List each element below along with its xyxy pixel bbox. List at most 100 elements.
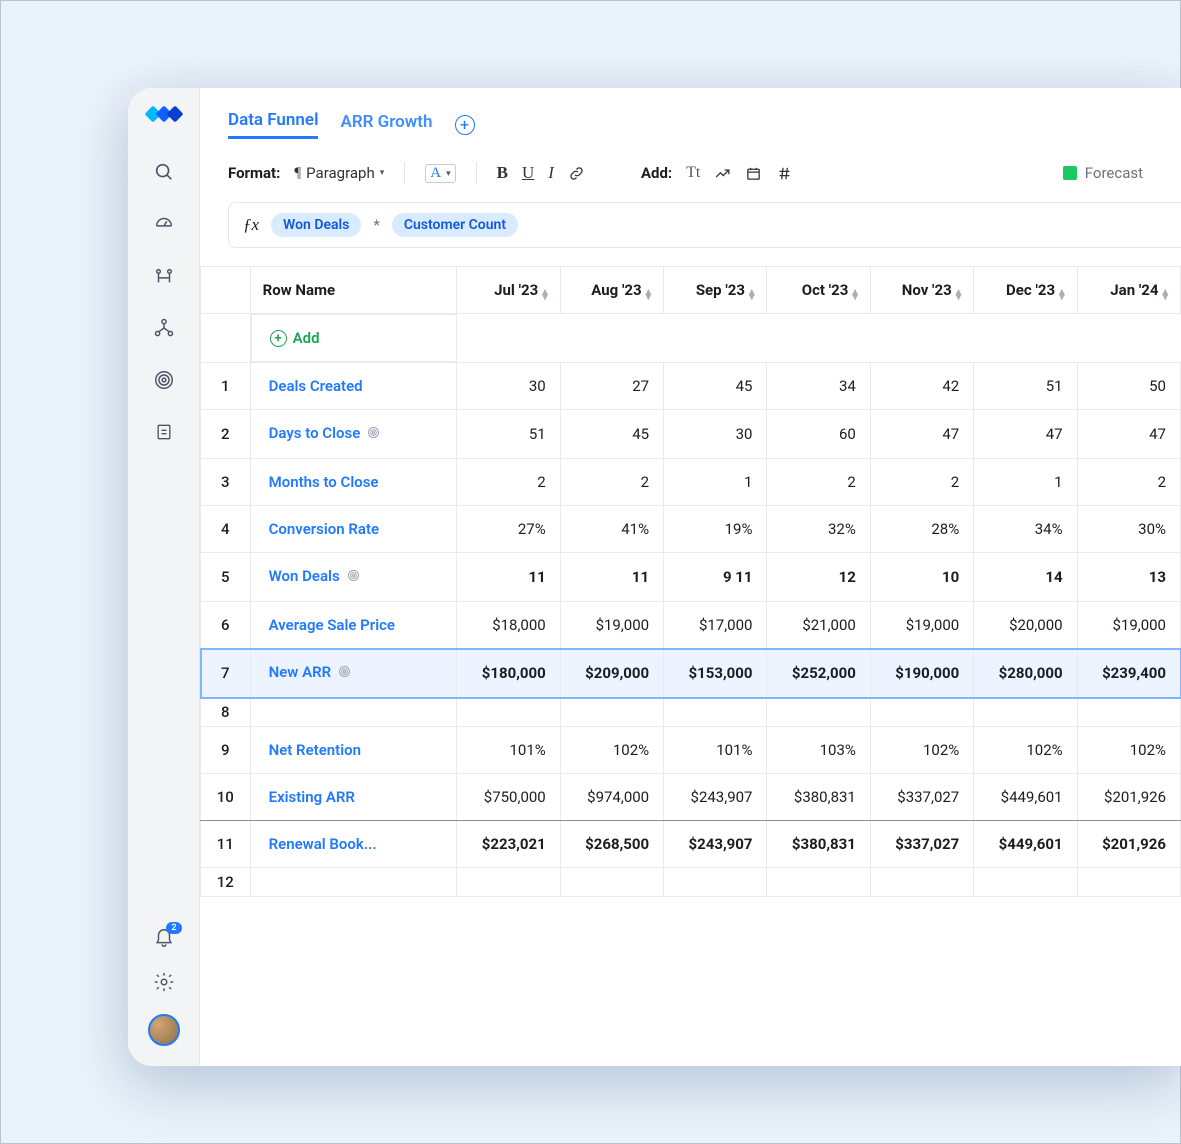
value-cell[interactable]: 1 [974,459,1077,506]
value-cell[interactable]: 42 [870,363,973,410]
tab-data-funnel[interactable]: Data Funnel [228,110,318,139]
value-cell[interactable]: 12 [767,553,870,602]
value-cell[interactable]: $153,000 [664,649,767,698]
formula-chip-won-deals[interactable]: Won Deals [271,213,361,237]
table-row[interactable]: 2Days to Close51453060474747 [201,410,1181,459]
value-cell[interactable]: 13 [1077,553,1180,602]
target-icon[interactable] [152,368,176,392]
value-cell[interactable]: $380,831 [767,774,870,821]
value-cell[interactable]: 2 [457,459,560,506]
add-tab-button[interactable]: + [455,115,475,135]
row-name-cell[interactable] [250,868,457,897]
value-cell[interactable]: 30 [664,410,767,459]
column-month-0[interactable]: Jul '23▴▾ [457,267,560,314]
column-month-3[interactable]: Oct '23▴▾ [767,267,870,314]
column-month-5[interactable]: Dec '23▴▾ [974,267,1077,314]
table-row[interactable]: 11Renewal Book...$223,021$268,500$243,90… [201,821,1181,868]
add-date-button[interactable] [745,165,762,182]
formula-bar[interactable]: ƒx Won Deals * Customer Count [228,202,1181,248]
value-cell[interactable]: $239,400 [1077,649,1180,698]
column-month-1[interactable]: Aug '23▴▾ [560,267,663,314]
underline-button[interactable]: U [522,163,534,183]
value-cell[interactable]: 30% [1077,506,1180,553]
row-name-cell[interactable]: Deals Created [250,363,457,410]
value-cell[interactable]: 28% [870,506,973,553]
value-cell[interactable]: $17,000 [664,602,767,649]
value-cell[interactable]: $19,000 [560,602,663,649]
value-cell[interactable]: 2 [870,459,973,506]
value-cell[interactable]: 2 [767,459,870,506]
row-name-cell[interactable]: Months to Close [250,459,457,506]
column-rowname[interactable]: Row Name [250,267,457,314]
add-text-button[interactable]: Tt [686,164,700,182]
value-cell[interactable]: $243,907 [664,821,767,868]
search-icon[interactable] [152,160,176,184]
table-row[interactable]: 10Existing ARR$750,000$974,000$243,907$3… [201,774,1181,821]
value-cell[interactable] [457,868,560,897]
tab-arr-growth[interactable]: ARR Growth [340,112,432,138]
table-row[interactable]: 9Net Retention101%102%101%103%102%102%10… [201,727,1181,774]
value-cell[interactable] [974,868,1077,897]
settings-icon[interactable] [152,970,176,994]
value-cell[interactable]: 103% [767,727,870,774]
table-row[interactable]: 12 [201,868,1181,897]
value-cell[interactable]: 30 [457,363,560,410]
value-cell[interactable] [870,698,973,727]
value-cell[interactable] [664,698,767,727]
table-row[interactable]: 8 [201,698,1181,727]
value-cell[interactable]: $974,000 [560,774,663,821]
forecast-selector[interactable]: Forecast [1063,164,1143,182]
value-cell[interactable]: $19,000 [1077,602,1180,649]
sort-icon[interactable]: ▴▾ [542,289,548,299]
value-cell[interactable] [767,698,870,727]
value-cell[interactable]: $337,027 [870,774,973,821]
value-cell[interactable]: 19% [664,506,767,553]
value-cell[interactable]: $337,027 [870,821,973,868]
value-cell[interactable]: 34% [974,506,1077,553]
table-row[interactable]: 5Won Deals11119 1112101413 [201,553,1181,602]
value-cell[interactable]: 47 [870,410,973,459]
bold-button[interactable]: B [497,163,508,183]
add-number-button[interactable] [776,165,793,182]
value-cell[interactable]: 60 [767,410,870,459]
value-cell[interactable]: $449,601 [974,774,1077,821]
analytics-icon[interactable] [152,264,176,288]
value-cell[interactable]: 11 [457,553,560,602]
value-cell[interactable] [560,868,663,897]
value-cell[interactable]: $750,000 [457,774,560,821]
value-cell[interactable]: $21,000 [767,602,870,649]
value-cell[interactable]: $180,000 [457,649,560,698]
value-cell[interactable] [767,868,870,897]
value-cell[interactable]: 1 [664,459,767,506]
value-cell[interactable]: $201,926 [1077,774,1180,821]
value-cell[interactable]: 45 [560,410,663,459]
value-cell[interactable]: 102% [870,727,973,774]
model-icon[interactable] [152,316,176,340]
table-row[interactable]: 6Average Sale Price$18,000$19,000$17,000… [201,602,1181,649]
link-button[interactable] [568,165,585,182]
row-name-cell[interactable]: Won Deals [250,553,457,602]
value-cell[interactable]: $201,926 [1077,821,1180,868]
value-cell[interactable] [457,698,560,727]
value-cell[interactable]: $252,000 [767,649,870,698]
value-cell[interactable] [1077,698,1180,727]
value-cell[interactable]: $18,000 [457,602,560,649]
row-name-cell[interactable]: Renewal Book... [250,821,457,868]
value-cell[interactable] [664,868,767,897]
row-name-cell[interactable]: Average Sale Price [250,602,457,649]
user-avatar[interactable] [148,1014,180,1046]
value-cell[interactable]: 41% [560,506,663,553]
value-cell[interactable]: 32% [767,506,870,553]
row-name-cell[interactable]: New ARR [250,649,457,698]
row-name-cell[interactable]: Conversion Rate [250,506,457,553]
value-cell[interactable]: 14 [974,553,1077,602]
row-name-cell[interactable]: Existing ARR [250,774,457,821]
value-cell[interactable]: 101% [664,727,767,774]
value-cell[interactable]: 2 [560,459,663,506]
value-cell[interactable]: 45 [664,363,767,410]
value-cell[interactable]: $209,000 [560,649,663,698]
table-row[interactable]: 1Deals Created30274534425150 [201,363,1181,410]
value-cell[interactable]: 10 [870,553,973,602]
value-cell[interactable]: $280,000 [974,649,1077,698]
add-row-button[interactable]: + Add [251,314,457,362]
